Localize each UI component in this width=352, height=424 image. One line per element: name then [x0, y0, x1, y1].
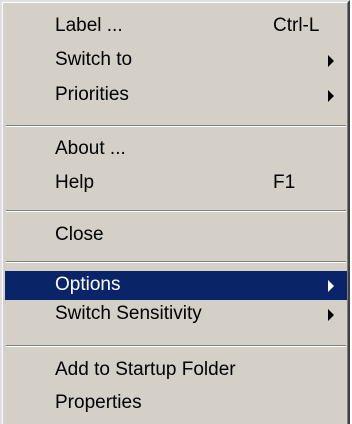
- menu-separator: [6, 125, 346, 127]
- menu-item-properties-text: Properties: [55, 392, 142, 413]
- menu-item-label[interactable]: Label ... Ctrl-L: [5, 12, 347, 41]
- menu-item-about-text: About ...: [55, 138, 126, 159]
- menu-item-switch-sensitivity[interactable]: Switch Sensitivity: [5, 300, 347, 329]
- menu-item-label-text: Label ...: [55, 15, 123, 36]
- menu-item-label-shortcut: Ctrl-L: [273, 15, 320, 36]
- menu-separator: [6, 210, 346, 212]
- submenu-arrow-icon: [328, 55, 334, 67]
- menu-item-switch-to-text: Switch to: [55, 49, 133, 70]
- menu-separator: [6, 345, 346, 347]
- menu-item-close-text: Close: [55, 224, 104, 245]
- submenu-arrow-icon: [328, 90, 334, 102]
- submenu-arrow-icon: [328, 309, 334, 321]
- menu-item-add-to-startup-folder-text: Add to Startup Folder: [55, 359, 236, 380]
- menu-item-options[interactable]: Options: [5, 271, 347, 300]
- menu-item-about[interactable]: About ...: [5, 135, 347, 164]
- context-menu: Label ... Ctrl-L Switch to Priorities Ab…: [0, 0, 350, 424]
- menu-item-priorities-text: Priorities: [55, 84, 129, 105]
- menu-separator: [6, 261, 346, 263]
- menu-item-help[interactable]: Help F1: [5, 169, 347, 198]
- menu-item-close[interactable]: Close: [5, 221, 347, 250]
- menu-item-help-shortcut: F1: [273, 172, 296, 193]
- menu-item-switch-to[interactable]: Switch to: [5, 46, 347, 75]
- menu-item-add-to-startup-folder[interactable]: Add to Startup Folder: [5, 356, 347, 385]
- menu-item-switch-sensitivity-text: Switch Sensitivity: [55, 303, 202, 324]
- menu-item-priorities[interactable]: Priorities: [5, 81, 347, 110]
- menu-item-properties[interactable]: Properties: [5, 389, 347, 418]
- submenu-arrow-icon: [328, 280, 334, 292]
- menu-item-help-text: Help: [55, 172, 95, 193]
- menu-item-options-text: Options: [55, 274, 121, 295]
